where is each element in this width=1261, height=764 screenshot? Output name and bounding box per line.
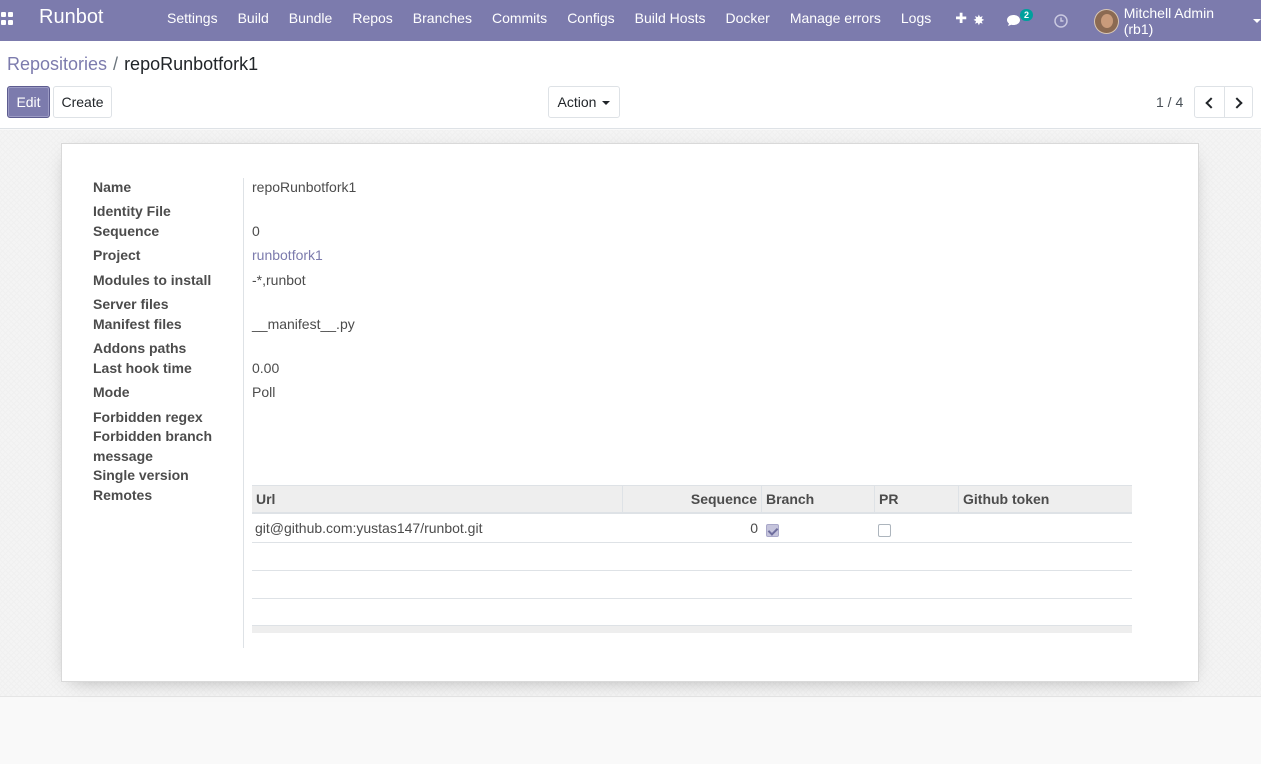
server-files-label: Server files bbox=[93, 296, 169, 312]
remote-url: git@github.com:yustas147/runbot.git bbox=[255, 520, 483, 536]
menu-commits[interactable]: Commits bbox=[482, 0, 557, 41]
menu-logs[interactable]: Logs bbox=[891, 0, 941, 41]
forbidden-regex-label: Forbidden regex bbox=[93, 409, 203, 425]
top-navbar: Runbot Settings Build Bundle Repos Branc… bbox=[0, 0, 1261, 41]
create-button[interactable]: Create bbox=[53, 86, 112, 118]
user-menu[interactable]: Mitchell Admin (rb1) bbox=[1094, 5, 1261, 37]
modules-label: Modules to install bbox=[93, 272, 212, 288]
name-value: repoRunbotfork1 bbox=[252, 179, 357, 195]
action-label: Action bbox=[557, 94, 597, 110]
breadcrumb-repositories[interactable]: Repositories bbox=[7, 54, 107, 74]
menu-bundle[interactable]: Bundle bbox=[279, 0, 343, 41]
project-label: Project bbox=[93, 247, 141, 263]
pr-checkbox[interactable] bbox=[878, 524, 891, 537]
last-hook-time-value: 0.00 bbox=[252, 360, 280, 376]
table-row-empty bbox=[252, 571, 1132, 599]
table-row[interactable]: git@github.com:yustas147/runbot.git 0 bbox=[252, 515, 1132, 543]
edit-button[interactable]: Edit bbox=[7, 86, 50, 118]
control-panel: Repositories / repoRunbotfork1 Edit Create… bbox=[0, 41, 1261, 129]
chat-icon[interactable] bbox=[1006, 0, 1022, 41]
project-link[interactable]: runbotfork1 bbox=[252, 247, 323, 263]
remote-sequence: 0 bbox=[750, 520, 758, 536]
menu-repos[interactable]: Repos bbox=[342, 0, 402, 41]
addons-paths-label: Addons paths bbox=[93, 340, 187, 356]
user-name: Mitchell Admin (rb1) bbox=[1123, 5, 1214, 37]
breadcrumb-separator: / bbox=[113, 54, 119, 74]
chevron-down-icon bbox=[602, 101, 611, 106]
menu-build[interactable]: Build bbox=[228, 0, 279, 41]
single-version-label: Single version bbox=[93, 467, 189, 483]
main-menu: Settings Build Bundle Repos Branches Com… bbox=[157, 0, 977, 41]
last-hook-time-label: Last hook time bbox=[93, 360, 192, 376]
breadcrumb-current: repoRunbotfork1 bbox=[124, 54, 259, 74]
menu-settings[interactable]: Settings bbox=[157, 0, 228, 41]
action-dropdown-button[interactable]: Action bbox=[548, 86, 620, 118]
forbidden-branch-message-label: Forbidden branch bbox=[93, 428, 212, 444]
column-pr[interactable]: PR bbox=[875, 486, 959, 513]
manifest-files-label: Manifest files bbox=[93, 316, 182, 332]
column-sequence[interactable]: Sequence bbox=[623, 486, 762, 513]
chevron-down-icon bbox=[1253, 19, 1261, 23]
avatar bbox=[1094, 8, 1119, 34]
table-row-empty bbox=[252, 543, 1132, 571]
pager-next-button[interactable] bbox=[1224, 86, 1253, 118]
pager-value[interactable]: 1 / 4 bbox=[1156, 94, 1183, 110]
column-github-token[interactable]: Github token bbox=[959, 486, 1132, 513]
menu-build-hosts[interactable]: Build Hosts bbox=[625, 0, 716, 41]
apps-grid-icon[interactable] bbox=[1, 12, 15, 26]
menu-manage-errors[interactable]: Manage errors bbox=[780, 0, 891, 41]
remotes-table-header: Url Sequence Branch PR Github token bbox=[252, 485, 1132, 514]
messages-count-badge: 2 bbox=[1020, 9, 1034, 21]
column-url[interactable]: Url bbox=[252, 486, 623, 513]
brand-title[interactable]: Runbot bbox=[39, 6, 104, 29]
menu-configs[interactable]: Configs bbox=[557, 0, 624, 41]
name-label: Name bbox=[93, 179, 132, 195]
bug-icon[interactable]: ✸ bbox=[973, 0, 985, 41]
footer-background bbox=[0, 696, 1261, 764]
menu-docker[interactable]: Docker bbox=[715, 0, 779, 41]
clock-icon[interactable] bbox=[1054, 0, 1068, 41]
label-divider bbox=[243, 178, 244, 648]
sequence-value: 0 bbox=[252, 223, 260, 239]
chevron-left-icon bbox=[1205, 97, 1217, 109]
identity-file-label: Identity File bbox=[93, 203, 171, 219]
modules-value: -*,runbot bbox=[252, 272, 306, 288]
menu-branches[interactable]: Branches bbox=[403, 0, 482, 41]
breadcrumb: Repositories / repoRunbotfork1 bbox=[7, 54, 258, 75]
sequence-label: Sequence bbox=[93, 223, 160, 239]
branch-checkbox[interactable] bbox=[766, 524, 779, 537]
mode-label: Mode bbox=[93, 384, 130, 400]
forbidden-branch-message-label-line2: message bbox=[93, 448, 153, 464]
column-branch[interactable]: Branch bbox=[762, 486, 875, 513]
chevron-right-icon bbox=[1231, 97, 1243, 109]
remotes-label: Remotes bbox=[93, 487, 153, 503]
table-row-empty bbox=[252, 598, 1132, 626]
pager-previous-button[interactable] bbox=[1194, 86, 1225, 118]
plus-icon[interactable]: ✚ bbox=[941, 0, 977, 41]
mode-value: Poll bbox=[252, 384, 276, 400]
remotes-table-footer bbox=[252, 625, 1132, 633]
manifest-files-value: __manifest__.py bbox=[252, 316, 355, 332]
